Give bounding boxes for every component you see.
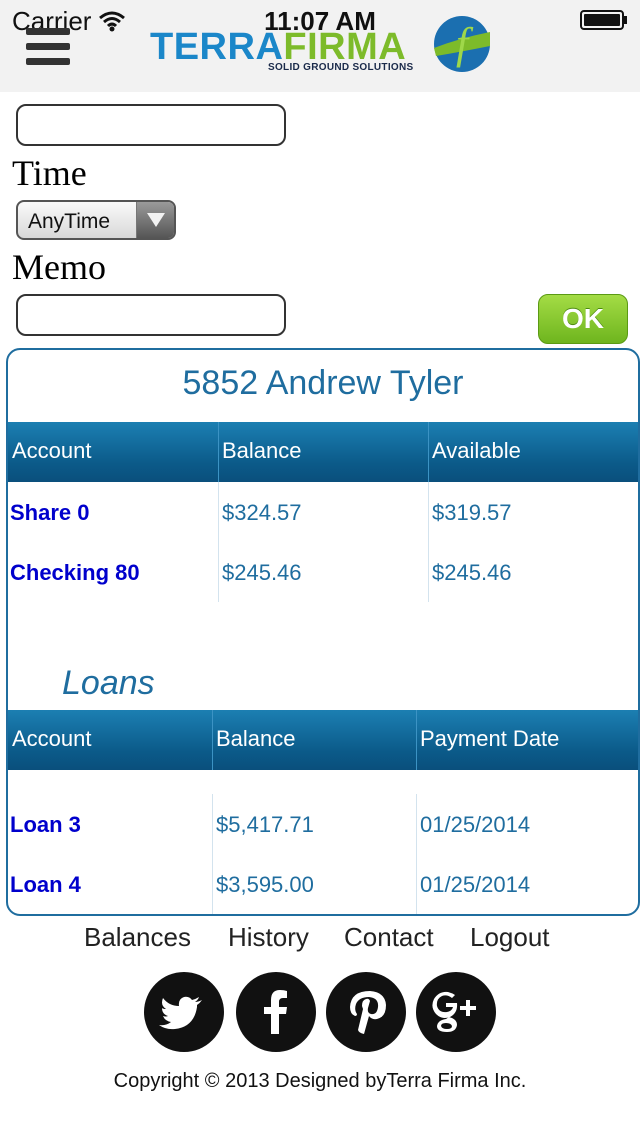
copyright-text: Copyright © 2013 Designed byTerra Firma … (113, 1070, 527, 1092)
loan-link-3[interactable]: Loan 3 (10, 812, 81, 838)
member-title: 5852 Andrew Tyler (182, 364, 464, 402)
accounts-header-balance: Balance (222, 438, 302, 463)
time-select[interactable]: AnyTime (16, 200, 176, 240)
nav-balances[interactable]: Balances (84, 922, 191, 953)
memo-field[interactable] (16, 294, 286, 336)
top-text-field[interactable] (16, 104, 286, 146)
account-available: $319.57 (432, 500, 512, 525)
time-select-value: AnyTime (28, 210, 111, 233)
loan-payment-date: 01/25/2014 (420, 812, 531, 837)
pinterest-icon[interactable] (326, 972, 406, 1052)
loan-link-4[interactable]: Loan 4 (10, 872, 81, 898)
memo-label: Memo (12, 247, 106, 287)
loans-title: Loans (62, 664, 155, 702)
nav-logout[interactable]: Logout (470, 922, 550, 953)
account-link-share[interactable]: Share 0 (10, 500, 90, 526)
account-balance: $324.57 (222, 500, 302, 525)
loans-table-header: Account Balance Payment Date (8, 710, 638, 770)
logo-mark-icon: f (434, 16, 490, 72)
google-plus-icon[interactable] (416, 972, 496, 1052)
accounts-header-account: Account (12, 438, 92, 463)
app-header: Carrier 11:07 AM TERRAFIRMA SOLID GROUND… (0, 0, 640, 92)
logo-terra: TERRA (150, 26, 284, 68)
twitter-icon[interactable] (144, 972, 224, 1052)
battery-icon (580, 10, 628, 30)
loans-header-payment-date: Payment Date (420, 726, 560, 751)
logo-tagline: SOLID GROUND SOLUTIONS (268, 62, 414, 73)
accounts-table-header: Account Balance Available (8, 422, 638, 482)
chevron-down-icon (136, 202, 174, 238)
terra-firma-logo[interactable]: TERRAFIRMA SOLID GROUND SOLUTIONS f (150, 12, 495, 78)
menu-icon[interactable] (26, 28, 70, 66)
nav-contact[interactable]: Contact (344, 922, 434, 953)
accounts-panel: 5852 Andrew Tyler Account Balance Availa… (6, 348, 640, 916)
loan-balance: $3,595.00 (216, 872, 314, 897)
ok-button[interactable]: OK (538, 294, 628, 344)
loan-payment-date: 01/25/2014 (420, 872, 531, 897)
account-available: $245.46 (432, 560, 512, 585)
accounts-header-available: Available (432, 438, 521, 463)
loans-header-balance: Balance (216, 726, 296, 751)
facebook-icon[interactable] (236, 972, 316, 1052)
time-label: Time (12, 153, 87, 193)
loans-header-account: Account (12, 726, 92, 751)
loan-balance: $5,417.71 (216, 812, 314, 837)
nav-history[interactable]: History (228, 922, 309, 953)
account-balance: $245.46 (222, 560, 302, 585)
account-link-checking[interactable]: Checking 80 (10, 560, 140, 586)
